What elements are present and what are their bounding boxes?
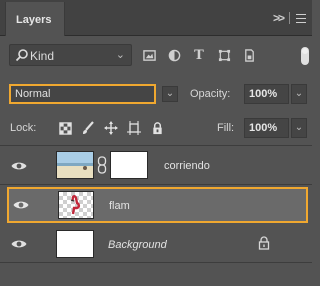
blend-mode-value: Normal xyxy=(15,88,51,100)
filter-toggle[interactable] xyxy=(301,47,309,65)
lock-transparent-pixels-icon[interactable] xyxy=(57,120,73,136)
lock-all-icon[interactable] xyxy=(149,120,165,136)
kind-filter-dropdown[interactable]: Kind ⌄ xyxy=(9,44,132,66)
fill-label: Fill: xyxy=(217,122,235,134)
adjustment-filter-icon[interactable] xyxy=(167,48,181,62)
opacity-chevron-icon[interactable]: ⌄ xyxy=(291,84,307,104)
collapse-panel-icon[interactable]: >> xyxy=(273,11,285,25)
visibility-eye-icon[interactable] xyxy=(11,161,27,171)
filter-icons: T xyxy=(142,48,267,63)
tab-bar-divider xyxy=(289,12,290,24)
opacity-value: 100% xyxy=(249,88,278,100)
layer-name-corriendo[interactable]: corriendo xyxy=(164,160,210,172)
lock-image-pixels-icon[interactable] xyxy=(80,120,96,136)
layer-name-background[interactable]: Background xyxy=(108,239,167,251)
panel-tab-bar: Layers >> xyxy=(0,0,312,36)
image-filter-icon[interactable] xyxy=(142,48,156,62)
lock-row: Lock: Fill: 100% ⌄ xyxy=(0,114,312,146)
opacity-field[interactable]: 100% xyxy=(244,84,289,104)
layer-thumbnail-background xyxy=(56,230,94,258)
type-filter-icon[interactable]: T xyxy=(192,48,206,63)
lock-position-icon[interactable] xyxy=(103,120,119,136)
layer-row-flam[interactable]: flam xyxy=(7,187,308,223)
kind-filter-label: Kind xyxy=(30,49,55,63)
blend-mode-dropdown[interactable]: Normal xyxy=(9,84,156,104)
flamingo-thumbnail-icon xyxy=(70,195,81,215)
layer-mask-thumbnail[interactable] xyxy=(110,151,148,179)
layer-row-corriendo[interactable]: corriendo xyxy=(0,147,312,185)
layer-locked-icon[interactable] xyxy=(258,236,270,250)
blend-row: Normal ⌄ Opacity: 100% ⌄ xyxy=(0,78,312,114)
lock-icons xyxy=(57,120,172,136)
layer-thumbnail-flam xyxy=(58,191,94,219)
lock-artboard-icon[interactable] xyxy=(126,120,142,136)
layers-tab[interactable]: Layers xyxy=(5,2,65,36)
blend-mode-chevron-icon[interactable]: ⌄ xyxy=(162,86,178,102)
visibility-eye-icon[interactable] xyxy=(13,200,29,210)
lock-label: Lock: xyxy=(10,122,37,134)
filter-row: Kind ⌄ T xyxy=(0,36,312,78)
photo-thumbnail-icon xyxy=(57,163,93,170)
fill-chevron-icon[interactable]: ⌄ xyxy=(291,118,307,138)
layers-tab-label: Layers xyxy=(16,14,52,26)
layers-panel: Layers >> Kind ⌄ T Normal ⌄ Opacity: 100… xyxy=(0,0,312,286)
opacity-label: Opacity: xyxy=(190,88,231,100)
visibility-eye-icon[interactable] xyxy=(11,239,27,249)
layer-row-background[interactable]: Background xyxy=(0,225,312,263)
fill-value: 100% xyxy=(249,122,278,134)
hamburger-menu-icon[interactable] xyxy=(296,13,306,23)
layer-name-flam[interactable]: flam xyxy=(109,200,130,212)
shape-filter-icon[interactable] xyxy=(217,48,231,62)
layer-thumbnail-corriendo xyxy=(56,151,94,179)
smart-object-filter-icon[interactable] xyxy=(242,48,256,62)
mask-link-chain-icon[interactable] xyxy=(97,156,107,174)
chevron-down-icon: ⌄ xyxy=(115,49,125,61)
tab-bar-controls: >> xyxy=(273,11,306,25)
fill-field[interactable]: 100% xyxy=(244,118,289,138)
search-icon xyxy=(15,49,28,62)
